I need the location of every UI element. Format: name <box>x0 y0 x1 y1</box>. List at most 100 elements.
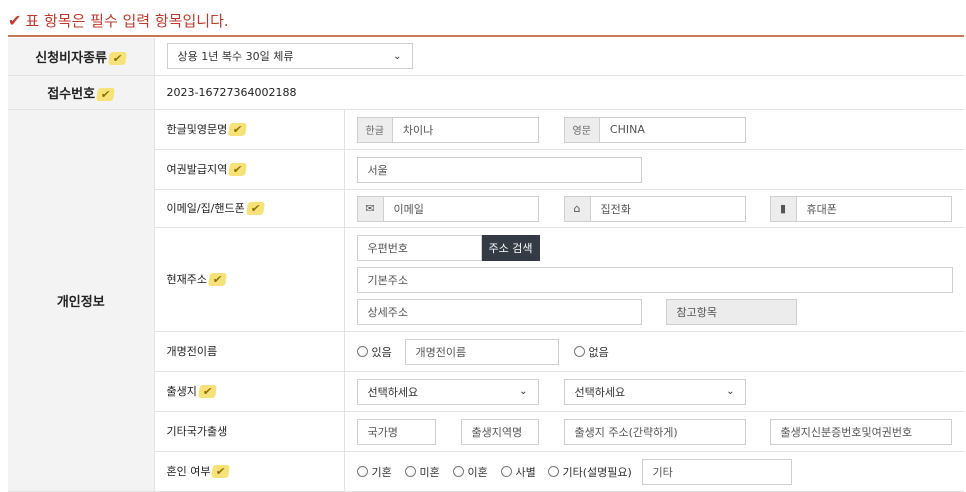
marital-label-cell: 혼인 여부 ✔ <box>154 451 345 492</box>
visa-type-label: 신청비자종류 <box>35 50 108 66</box>
contact-label: 이메일/집/핸드폰 <box>166 202 245 215</box>
visa-type-select[interactable]: 상용 1년 복수 30일 체류 ⌄ <box>166 43 413 69</box>
mobile-phone-icon: ▮ <box>770 196 797 221</box>
former-name-yes-radio[interactable]: 있음 <box>356 339 392 365</box>
visa-type-row: 신청비자종류 ✔ 상용 1년 복수 30일 체류 ⌄ <box>8 38 964 76</box>
required-check-icon: ✔ <box>228 163 248 176</box>
marital-option-label: 사별 <box>515 465 536 479</box>
email-placeholder: 이메일 <box>393 202 424 216</box>
radio-circle-icon <box>404 466 416 477</box>
zip-code-field[interactable]: 우편번호 <box>356 234 482 261</box>
birth-region-field[interactable]: 출생지역명 <box>460 418 539 445</box>
required-check-icon: ✔ <box>197 385 218 398</box>
marital-option-single[interactable]: 미혼 <box>404 459 440 485</box>
envelope-icon: ✉ <box>357 196 384 221</box>
former-name-no-label: 없음 <box>588 345 609 359</box>
mobile-phone-field[interactable]: ▮ 휴대폰 <box>769 195 952 222</box>
detail-address-field[interactable]: 상세주소 <box>356 298 642 325</box>
chevron-down-icon: ⌄ <box>519 386 528 397</box>
korean-name-field[interactable]: 한글 차이나 <box>356 116 539 143</box>
required-check-icon: ✔ <box>96 87 116 101</box>
detail-address-placeholder: 상세주소 <box>367 305 408 319</box>
birth-country-field[interactable]: 국가명 <box>356 418 436 445</box>
home-icon: ⌂ <box>564 196 591 221</box>
visa-application-form: 신청비자종류 ✔ 상용 1년 복수 30일 체류 ⌄ 접수번호 ✔ 2023-167… <box>8 38 964 492</box>
birth-address-placeholder: 출생지 주소(간략하게) <box>574 425 678 439</box>
required-check-icon: ✔ <box>211 465 231 478</box>
required-notice: ✔ 표 항목은 필수 입력 항목입니다. <box>8 8 229 32</box>
radio-circle-icon <box>573 346 585 357</box>
marital-option-married[interactable]: 기혼 <box>356 459 392 485</box>
birth-address-field[interactable]: 출생지 주소(간략하게) <box>563 418 746 445</box>
address-label-cell: 현재주소 ✔ <box>154 227 345 332</box>
english-tag: 영문 <box>564 117 600 142</box>
korean-tag: 한글 <box>357 117 393 142</box>
zip-code-placeholder: 우편번호 <box>367 241 408 255</box>
address-search-button[interactable]: 주소 검색 <box>481 234 540 261</box>
required-check-icon: ✔ <box>245 202 265 215</box>
reference-field: 참고항목 <box>665 298 797 325</box>
marital-option-label: 미혼 <box>419 465 440 479</box>
marital-other-field[interactable]: 기타 <box>641 458 792 485</box>
marital-option-divorced[interactable]: 이혼 <box>452 459 488 485</box>
required-check-icon: ✔ <box>228 123 248 136</box>
home-phone-placeholder: 집전화 <box>600 202 631 216</box>
address-label: 현재주소 <box>166 273 207 286</box>
birth-id-placeholder: 출생지신분증번호및여권번호 <box>780 425 913 439</box>
receipt-label: 접수번호 <box>47 86 96 102</box>
marital-option-widowed[interactable]: 사별 <box>500 459 536 485</box>
personal-info-header: 개인정보 <box>8 109 155 492</box>
birthplace-select-2-value: 선택하세요 <box>574 385 626 399</box>
chevron-down-icon: ⌄ <box>726 386 735 397</box>
base-address-placeholder: 기본주소 <box>367 273 408 287</box>
required-check-icon: ✔ <box>108 51 128 65</box>
home-phone-field[interactable]: ⌂ 집전화 <box>563 195 746 222</box>
personal-info-label: 개인정보 <box>56 294 105 310</box>
other-birth-label: 기타국가출생 <box>166 425 228 438</box>
birthplace-label-cell: 출생지 ✔ <box>154 371 345 412</box>
former-name-no-radio[interactable]: 없음 <box>573 339 609 365</box>
birth-id-field[interactable]: 출생지신분증번호및여권번호 <box>769 418 952 445</box>
birthplace-select-2[interactable]: 선택하세요 ⌄ <box>563 378 746 405</box>
visa-type-header: 신청비자종류 ✔ <box>8 38 155 76</box>
marital-option-other[interactable]: 기타(설명필요) <box>547 459 632 485</box>
divider <box>8 35 964 37</box>
former-name-placeholder: 개명전이름 <box>415 345 467 359</box>
visa-type-selected: 상용 1년 복수 30일 체류 <box>177 50 294 63</box>
marital-option-label: 이혼 <box>467 465 488 479</box>
required-notice-text: 표 항목은 필수 입력 항목입니다. <box>25 11 229 30</box>
marital-option-label: 기타(설명필요) <box>562 465 632 479</box>
former-name-field[interactable]: 개명전이름 <box>404 338 559 365</box>
name-label: 한글및영문명 <box>166 123 228 136</box>
passport-region-field[interactable]: 서울 <box>356 156 642 183</box>
marital-label: 혼인 여부 <box>166 465 211 478</box>
required-check-icon: ✔ <box>208 273 228 286</box>
birthplace-select-1[interactable]: 선택하세요 ⌄ <box>356 378 539 405</box>
check-icon: ✔ <box>8 10 22 30</box>
contact-label-cell: 이메일/집/핸드폰 ✔ <box>154 189 345 228</box>
former-name-label-cell: 개명전이름 <box>154 331 345 372</box>
receipt-row: 접수번호 ✔ 2023-16727364002188 <box>8 75 964 110</box>
passport-region-value: 서울 <box>367 163 388 177</box>
birthplace-select-1-value: 선택하세요 <box>367 385 419 399</box>
email-field[interactable]: ✉ 이메일 <box>356 195 539 222</box>
former-name-label: 개명전이름 <box>166 345 218 358</box>
english-name-field[interactable]: 영문 CHINA <box>563 116 746 143</box>
former-name-yes-label: 있음 <box>371 345 392 359</box>
name-row: 개인정보 한글및영문명 ✔ 한글 차이나 영문 CHINA <box>8 109 964 492</box>
receipt-header: 접수번호 ✔ <box>8 75 155 110</box>
name-label-cell: 한글및영문명 ✔ <box>154 109 345 150</box>
radio-circle-icon <box>547 466 559 477</box>
base-address-field[interactable]: 기본주소 <box>356 266 953 293</box>
other-birth-label-cell: 기타국가출생 <box>154 411 345 452</box>
radio-circle-icon <box>452 466 464 477</box>
passport-region-label-cell: 여권발급지역 ✔ <box>154 149 345 190</box>
marital-other-placeholder: 기타 <box>652 465 673 479</box>
radio-circle-icon <box>500 466 512 477</box>
marital-option-label: 기혼 <box>371 465 392 479</box>
passport-region-label: 여권발급지역 <box>166 163 228 176</box>
english-name-value: CHINA <box>609 123 645 136</box>
chevron-down-icon: ⌄ <box>393 50 402 62</box>
korean-name-value: 차이나 <box>402 123 434 137</box>
receipt-number: 2023-16727364002188 <box>154 75 964 110</box>
